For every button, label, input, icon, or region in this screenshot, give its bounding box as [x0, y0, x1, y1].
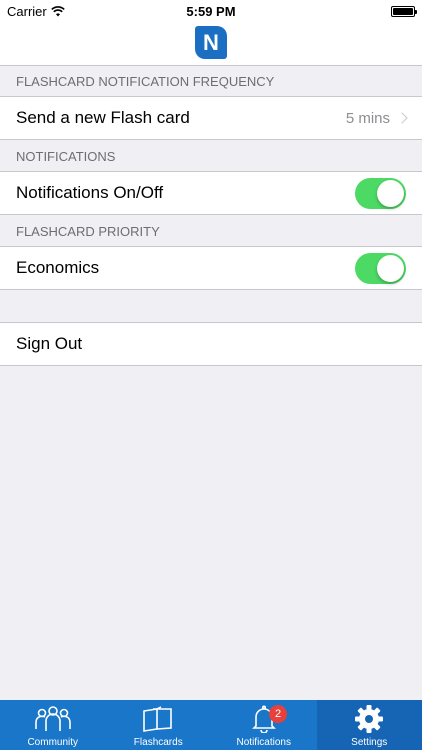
send-flashcard-frequency-row[interactable]: Send a new Flash card 5 mins: [0, 96, 422, 140]
tab-settings-label: Settings: [351, 737, 388, 748]
tab-settings[interactable]: Settings: [316, 700, 422, 750]
gear-icon: [354, 704, 384, 734]
status-bar: Carrier 5:59 PM: [0, 0, 422, 22]
section-header-priority: FLASHCARD PRIORITY: [16, 223, 160, 239]
tab-community[interactable]: Community: [0, 700, 106, 750]
sign-out-row[interactable]: Sign Out: [0, 322, 422, 366]
tab-flashcards-label: Flashcards: [133, 737, 183, 748]
tab-flashcards[interactable]: Flashcards: [106, 700, 212, 750]
economics-toggle-switch[interactable]: [355, 252, 406, 284]
notifications-toggle-switch[interactable]: [355, 177, 406, 209]
toggle-knob: [377, 179, 404, 207]
navigation-bar: N: [0, 22, 422, 66]
community-icon: [34, 704, 72, 734]
frequency-value: 5 mins: [345, 109, 390, 127]
battery-icon: [391, 6, 417, 17]
notifications-toggle-label: Notifications On/Off: [16, 183, 164, 202]
tab-notifications[interactable]: Notifications 2: [211, 700, 317, 750]
send-flashcard-label: Send a new Flash card: [16, 108, 190, 127]
section-header-notifications: NOTIFICATIONS: [16, 148, 116, 164]
notifications-toggle-row: Notifications On/Off: [0, 171, 422, 215]
section-header-frequency: FLASHCARD NOTIFICATION FREQUENCY: [16, 73, 275, 89]
notifications-badge: 2: [269, 705, 287, 723]
tab-notifications-label: Notifications: [236, 737, 291, 748]
chevron-right-icon: [396, 112, 408, 124]
toggle-knob: [377, 254, 404, 282]
tab-community-label: Community: [27, 737, 79, 748]
economics-toggle-row: Economics: [0, 246, 422, 290]
status-time: 5:59 PM: [186, 4, 236, 19]
sign-out-label: Sign Out: [16, 334, 83, 353]
economics-label: Economics: [16, 258, 100, 277]
flashcards-icon: [141, 704, 175, 734]
app-logo: N: [195, 26, 227, 59]
tab-bar: Community Flashcards Notifications 2 Set…: [0, 700, 422, 750]
